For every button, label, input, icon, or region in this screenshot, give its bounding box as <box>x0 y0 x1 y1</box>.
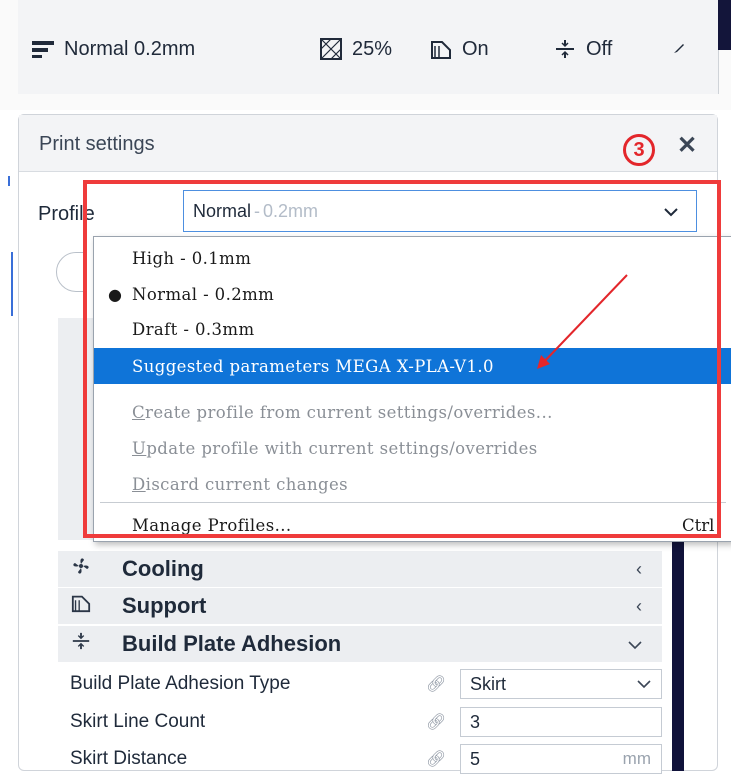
step-number-badge: 3 <box>623 134 655 166</box>
scrollbar-thumb[interactable] <box>672 540 684 771</box>
link-icon[interactable]: 🔗︎ <box>426 749 446 769</box>
panel-header: Print settings ✕ <box>19 115 717 172</box>
chevron-down-icon <box>628 634 642 655</box>
setting-row-skirt-line-count: Skirt Line Count 🔗︎ 3 <box>58 705 662 739</box>
close-icon[interactable]: ✕ <box>677 131 697 160</box>
infill-summary[interactable]: 25% <box>318 34 392 64</box>
fan-icon <box>66 556 96 582</box>
skirt-line-count-input[interactable]: 3 <box>460 707 662 737</box>
category-label: Support <box>122 593 207 618</box>
setting-value: Skirt <box>470 673 506 694</box>
pencil-icon <box>672 38 686 61</box>
panel-title: Print settings <box>39 133 155 155</box>
viewport-mark <box>8 176 10 186</box>
profile-summary-button[interactable]: Normal 0.2mm <box>30 34 195 64</box>
support-icon <box>428 36 454 62</box>
setting-value: 3 <box>470 711 481 732</box>
edit-settings-button[interactable] <box>672 34 686 64</box>
setting-unit: mm <box>622 749 651 768</box>
profile-summary-label: Normal 0.2mm <box>64 37 196 60</box>
category-label: Build Plate Adhesion <box>122 631 342 656</box>
infill-icon <box>318 36 344 62</box>
adhesion-summary[interactable]: Off <box>552 34 612 64</box>
infill-label: 25% <box>352 37 393 60</box>
skirt-distance-input[interactable]: 5 mm <box>460 744 662 774</box>
annotation-highlight-box <box>83 180 721 538</box>
setting-label: Build Plate Adhesion Type <box>70 673 291 694</box>
adhesion-type-select[interactable]: Skirt <box>460 669 662 699</box>
category-cooling[interactable]: Cooling ‹ <box>58 551 662 587</box>
chevron-down-icon <box>637 674 651 694</box>
support-label: On <box>462 37 489 60</box>
link-icon[interactable]: 🔗︎ <box>426 712 446 732</box>
setting-row-adhesion-type: Build Plate Adhesion Type 🔗︎ Skirt <box>58 667 662 701</box>
setting-value: 5 <box>470 748 481 769</box>
viewport-mark <box>11 252 13 316</box>
support-summary[interactable]: On <box>428 34 489 64</box>
category-support[interactable]: Support ‹ <box>58 588 662 624</box>
link-icon[interactable]: 🔗︎ <box>426 674 446 694</box>
category-label: Cooling <box>122 556 204 581</box>
chevron-left-icon: ‹ <box>636 595 642 616</box>
top-toolbar: Normal 0.2mm 25% On Off <box>0 0 731 110</box>
viewport-edge <box>718 0 731 50</box>
support-icon <box>66 593 96 619</box>
chevron-left-icon: ‹ <box>636 558 642 579</box>
category-build-plate-adhesion[interactable]: Build Plate Adhesion <box>58 626 662 662</box>
setting-label: Skirt Line Count <box>70 711 206 732</box>
print-profile-icon <box>30 36 56 62</box>
setting-label: Skirt Distance <box>70 748 188 769</box>
adhesion-icon <box>552 36 578 62</box>
adhesion-icon <box>66 631 96 657</box>
adhesion-label: Off <box>586 37 613 60</box>
